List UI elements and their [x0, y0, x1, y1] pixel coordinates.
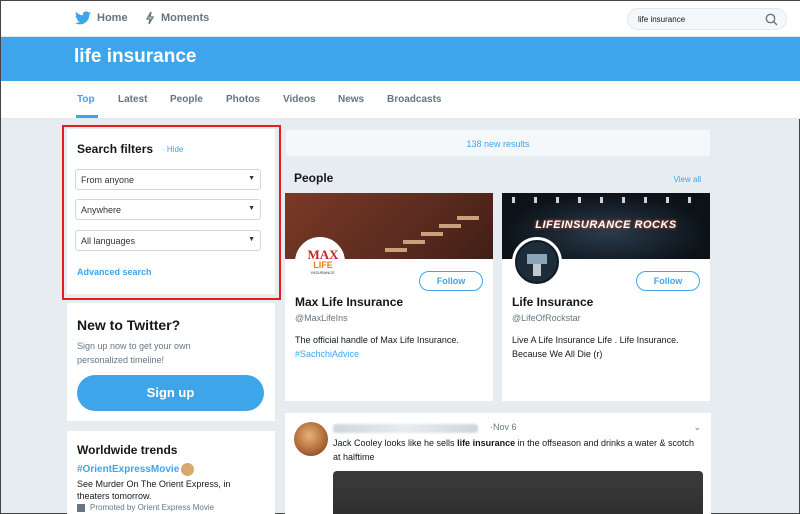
nav-home[interactable]: Home	[75, 11, 128, 25]
follow-button[interactable]: Follow	[419, 271, 483, 291]
nav-moments[interactable]: Moments	[145, 11, 209, 25]
promoted-label: Promoted by Orient Express Movie	[77, 503, 214, 512]
banner-text: LIFEINSURANCE ROCKS	[535, 219, 677, 231]
trend-emoji-icon	[181, 463, 194, 476]
avatar[interactable]: MAX LIFE INSURANCE	[295, 237, 345, 287]
profile-card[interactable]: LIFEINSURANCE ROCKS Follow Life Insuranc…	[502, 193, 710, 401]
profile-handle[interactable]: @LifeOfRockstar	[512, 313, 581, 323]
search-header-banner: life insurance	[1, 37, 800, 81]
stage-lights	[512, 197, 702, 203]
trend-description: See Murder On The Orient Express, in the…	[77, 479, 231, 501]
tweet-media[interactable]	[333, 471, 703, 514]
search-icon[interactable]	[765, 13, 778, 26]
nav-moments-label: Moments	[161, 12, 210, 24]
tweet[interactable]: ·Nov 6 ⌄ Jack Cooley looks like he sells…	[285, 413, 711, 514]
trend-hashtag-link[interactable]: #OrientExpressMovie	[77, 464, 179, 475]
profile-handle[interactable]: @MaxLifeIns	[295, 313, 348, 323]
tab-news[interactable]: News	[338, 94, 364, 105]
guitarist-avatar-icon	[517, 242, 557, 282]
follow-button[interactable]: Follow	[636, 271, 700, 291]
tab-videos[interactable]: Videos	[283, 94, 316, 105]
signup-card-title: New to Twitter?	[77, 317, 181, 333]
max-life-logo: MAX LIFE INSURANCE	[307, 247, 339, 275]
bio-hashtag-link[interactable]: #SachchiAdvice	[295, 347, 485, 361]
tab-photos[interactable]: Photos	[226, 94, 260, 105]
search-input[interactable]: life insurance	[627, 8, 787, 30]
chevron-down-icon[interactable]: ⌄	[693, 422, 701, 433]
profile-bio: The official handle of Max Life Insuranc…	[295, 333, 485, 361]
trends-card: Worldwide trends #OrientExpressMovie See…	[67, 431, 275, 514]
tab-latest[interactable]: Latest	[118, 94, 147, 105]
top-navigation-bar: Home Moments life insurance	[1, 1, 800, 37]
twitter-bird-icon	[75, 11, 91, 25]
signup-card-description: Sign up now to get your own personalized…	[77, 341, 191, 365]
promoted-icon	[77, 503, 85, 512]
sign-up-button[interactable]: Sign up	[77, 375, 264, 411]
nav-home-label: Home	[97, 12, 128, 24]
avatar[interactable]	[512, 237, 562, 287]
lightning-icon	[145, 11, 155, 25]
promoted-text: Promoted by Orient Express Movie	[90, 503, 215, 512]
page-title: life insurance	[74, 46, 197, 67]
profile-name[interactable]: Max Life Insurance	[295, 295, 403, 309]
trends-title: Worldwide trends	[77, 443, 178, 457]
people-section: People View all MAX LIFE INSURANCE Follo…	[285, 161, 711, 409]
profile-card[interactable]: MAX LIFE INSURANCE Follow Max Life Insur…	[285, 193, 493, 401]
tweet-text: Jack Cooley looks like he sells life ins…	[333, 438, 695, 462]
profile-bio: Live A Life Insurance Life . Life Insura…	[512, 335, 679, 359]
tab-people[interactable]: People	[170, 94, 203, 105]
people-section-title: People	[294, 171, 334, 185]
search-tabs: Top Latest People Photos Videos News Bro…	[1, 81, 800, 119]
signup-card: New to Twitter? Sign up now to get your …	[67, 303, 275, 421]
profile-name[interactable]: Life Insurance	[512, 295, 593, 309]
tweet-date[interactable]: ·Nov 6	[490, 422, 517, 432]
avatar[interactable]	[294, 422, 328, 456]
blurred-author-name	[333, 424, 478, 433]
profile-bio-text: The official handle of Max Life Insuranc…	[295, 335, 459, 345]
highlight-outline	[62, 125, 281, 300]
active-tab-indicator	[76, 115, 98, 118]
tab-broadcasts[interactable]: Broadcasts	[387, 94, 441, 105]
tab-top[interactable]: Top	[77, 94, 95, 105]
search-input-value: life insurance	[638, 15, 686, 24]
view-all-link[interactable]: View all	[674, 175, 701, 184]
new-results-bar[interactable]: 138 new results	[285, 129, 711, 157]
